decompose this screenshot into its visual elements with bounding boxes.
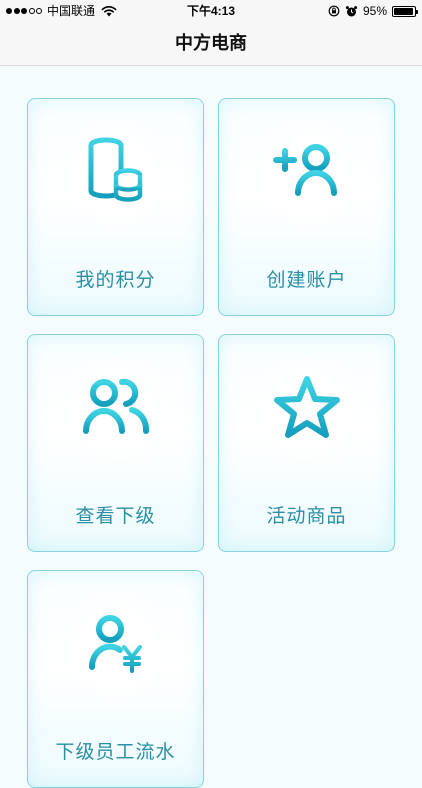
add-user-icon (272, 144, 337, 196)
subordinates-icon (82, 378, 149, 434)
orientation-lock-icon (328, 5, 340, 17)
menu-card-label: 活动商品 (266, 505, 347, 527)
battery-percent: 95% (362, 4, 387, 18)
battery-fill (394, 7, 413, 15)
page-title: 中方电商 (175, 33, 247, 54)
navigation-bar: 中方电商 (0, 22, 422, 66)
points-coins-icon (88, 137, 142, 202)
menu-card-my-points[interactable]: 我的积分 (27, 98, 204, 316)
menu-card-label: 下级员工流水 (55, 741, 176, 763)
battery-icon (392, 5, 418, 17)
menu-card-view-subordinates[interactable]: 查看下级 (27, 334, 204, 552)
alarm-clock-icon (345, 5, 358, 16)
menu-card-subordinate-transactions[interactable]: 下级员工流水 (27, 570, 204, 788)
star-icon (273, 376, 340, 438)
menu-card-promotions[interactable]: 活动商品 (218, 334, 395, 552)
status-bar: 中国联通 下午4:13 95% (0, 0, 422, 22)
menu-card-create-account[interactable]: 创建账户 (218, 98, 395, 316)
menu-card-label: 创建账户 (266, 269, 347, 291)
status-right: 95% (328, 0, 418, 22)
menu-card-label: 查看下级 (75, 505, 156, 527)
menu-card-label: 我的积分 (75, 269, 156, 291)
menu-grid: 我的积分 创建账户 查看下级 活动商品 下级员工流水 (0, 66, 422, 788)
user-yuan-icon (88, 615, 142, 673)
